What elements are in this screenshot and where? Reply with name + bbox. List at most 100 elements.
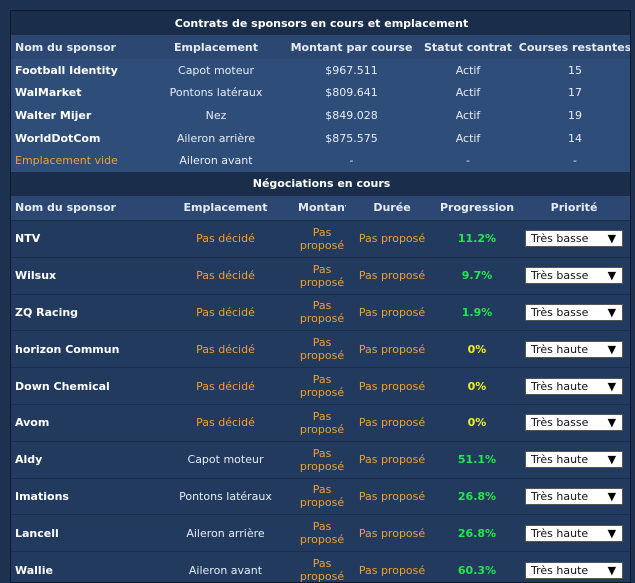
negotiations-title-row: Négociations en cours — [11, 171, 630, 196]
priority-select[interactable]: Très haute ▼ — [525, 451, 624, 469]
negotiation-amount: Pas proposé — [298, 440, 346, 479]
negotiation-sponsor-name: Lancell — [11, 514, 153, 552]
negotiation-location: Pas décidé — [153, 219, 298, 258]
negotiation-duration: Pas proposé — [346, 330, 438, 368]
contract-row: Walter Mijer Nez $849.028 Actif 19 — [11, 104, 630, 127]
triangle-down-icon[interactable]: ▼ — [608, 563, 616, 578]
negotiation-priority-cell: Très basse ▼ — [516, 293, 630, 331]
negotiation-progress: 0% — [438, 367, 516, 405]
col-header-priority: Priorité — [516, 195, 630, 221]
negotiation-sponsor-name: Avom — [11, 403, 153, 442]
triangle-down-icon[interactable]: ▼ — [608, 342, 616, 357]
negotiation-sponsor-name: Down Chemical — [11, 367, 153, 405]
priority-select[interactable]: Très basse ▼ — [525, 414, 624, 432]
triangle-down-icon[interactable]: ▼ — [608, 452, 616, 467]
negotiation-amount: Pas proposé — [298, 367, 346, 405]
contract-location: Nez — [147, 104, 285, 127]
triangle-down-icon[interactable]: ▼ — [608, 526, 616, 541]
contract-sponsor-name: Football Identity — [11, 59, 147, 82]
negotiation-duration: Pas proposé — [346, 440, 438, 479]
negotiation-priority-cell: Très haute ▼ — [516, 330, 630, 368]
contract-status: Actif — [418, 59, 518, 82]
negotiation-priority-cell: Très haute ▼ — [516, 367, 630, 405]
negotiation-amount: Pas proposé — [298, 514, 346, 552]
contract-sponsor-name[interactable]: Emplacement vide — [11, 149, 147, 172]
triangle-down-icon[interactable]: ▼ — [608, 305, 616, 320]
negotiation-amount: Pas proposé — [298, 477, 346, 515]
priority-select-value: Très haute — [531, 563, 589, 577]
priority-select-value: Très basse — [531, 305, 589, 319]
negotiation-amount: Pas proposé — [298, 551, 346, 582]
priority-select-value: Très haute — [531, 453, 589, 467]
col-header-location: Emplacement — [153, 195, 298, 221]
negotiation-priority-cell: Très basse ▼ — [516, 256, 630, 295]
negotiation-location: Pas décidé — [153, 293, 298, 331]
triangle-down-icon[interactable]: ▼ — [608, 489, 616, 504]
negotiation-duration: Pas proposé — [346, 256, 438, 295]
priority-select-value: Très haute — [531, 379, 589, 393]
negotiation-priority-cell: Très basse ▼ — [516, 403, 630, 442]
negotiation-amount: Pas proposé — [298, 256, 346, 295]
priority-select[interactable]: Très haute ▼ — [525, 377, 624, 395]
col-header-status: Statut contrat — [418, 35, 518, 59]
negotiation-duration: Pas proposé — [346, 293, 438, 331]
negotiation-progress: 26.8% — [438, 514, 516, 552]
priority-select[interactable]: Très haute ▼ — [525, 561, 624, 579]
negotiation-amount: Pas proposé — [298, 293, 346, 331]
negotiation-location: Pas décidé — [153, 403, 298, 442]
negotiation-location: Pas décidé — [153, 256, 298, 295]
priority-select[interactable]: Très basse ▼ — [525, 267, 624, 285]
negotiation-priority-cell: Très basse ▼ — [516, 219, 630, 258]
triangle-down-icon[interactable]: ▼ — [608, 415, 616, 430]
contract-row: Emplacement vide Aileron avant - - - — [11, 149, 630, 172]
negotiation-sponsor-name: Aldy — [11, 440, 153, 479]
col-header-sponsor: Nom du sponsor — [11, 195, 153, 221]
priority-select-value: Très basse — [531, 416, 589, 430]
negotiation-row: Lancell Aileron arrière Pas proposé Pas pro… — [11, 514, 630, 552]
negotiation-progress: 26.8% — [438, 477, 516, 515]
negotiation-row: Aldy Capot moteur Pas proposé Pas proposé 51… — [11, 440, 630, 479]
negotiation-duration: Pas proposé — [346, 403, 438, 442]
negotiation-duration: Pas proposé — [346, 514, 438, 552]
negotiation-row: Avom Pas décidé Pas proposé Pas proposé 0% Tr… — [11, 403, 630, 442]
negotiation-progress: 51.1% — [438, 440, 516, 479]
negotiation-row: Wilsux Pas décidé Pas proposé Pas proposé 9.… — [11, 256, 630, 295]
contracts-header-row: Nom du sponsor Emplacement Montant par c… — [11, 35, 630, 59]
negotiation-location: Pontons latéraux — [153, 477, 298, 515]
negotiation-progress: 0% — [438, 330, 516, 368]
negotiation-progress: 1.9% — [438, 293, 516, 331]
triangle-down-icon[interactable]: ▼ — [608, 379, 616, 394]
negotiation-priority-cell: Très haute ▼ — [516, 514, 630, 552]
contracts-title: Contrats de sponsors en cours et emplace… — [11, 11, 630, 35]
priority-select[interactable]: Très haute ▼ — [525, 524, 624, 542]
triangle-down-icon[interactable]: ▼ — [608, 268, 616, 283]
contract-amount: $967.511 — [285, 59, 418, 82]
col-header-location: Emplacement — [147, 35, 285, 59]
triangle-down-icon[interactable]: ▼ — [608, 231, 616, 246]
contract-status: Actif — [418, 81, 518, 105]
negotiation-sponsor-name: Wilsux — [11, 256, 153, 295]
priority-select-value: Très haute — [531, 489, 589, 503]
negotiation-priority-cell: Très haute ▼ — [516, 440, 630, 479]
negotiations-header-row: Nom du sponsor Emplacement Montant Durée… — [11, 195, 630, 221]
priority-select[interactable]: Très basse ▼ — [525, 303, 624, 321]
contract-remaining: - — [518, 149, 630, 172]
priority-select[interactable]: Très basse ▼ — [525, 230, 624, 248]
col-header-progress: Progression — [438, 195, 516, 221]
negotiation-row: Imations Pontons latéraux Pas proposé Pas p… — [11, 477, 630, 515]
contract-status: Actif — [418, 104, 518, 127]
negotiation-location: Aileron avant — [153, 551, 298, 582]
negotiations-table: Négociations en cours Nom du sponsor Emp… — [11, 171, 630, 582]
contract-amount: $809.641 — [285, 81, 418, 105]
negotiation-priority-cell: Très haute ▼ — [516, 551, 630, 582]
priority-select[interactable]: Très haute ▼ — [525, 487, 624, 505]
priority-select-value: Très haute — [531, 526, 589, 540]
contract-amount: $849.028 — [285, 104, 418, 127]
col-header-remaining: Courses restantes — [518, 35, 630, 59]
negotiation-duration: Pas proposé — [346, 551, 438, 582]
contract-location: Aileron arrière — [147, 126, 285, 150]
contract-status: Actif — [418, 126, 518, 150]
priority-select[interactable]: Très haute ▼ — [525, 340, 624, 358]
contract-remaining: 19 — [518, 104, 630, 127]
negotiation-sponsor-name: Imations — [11, 477, 153, 515]
